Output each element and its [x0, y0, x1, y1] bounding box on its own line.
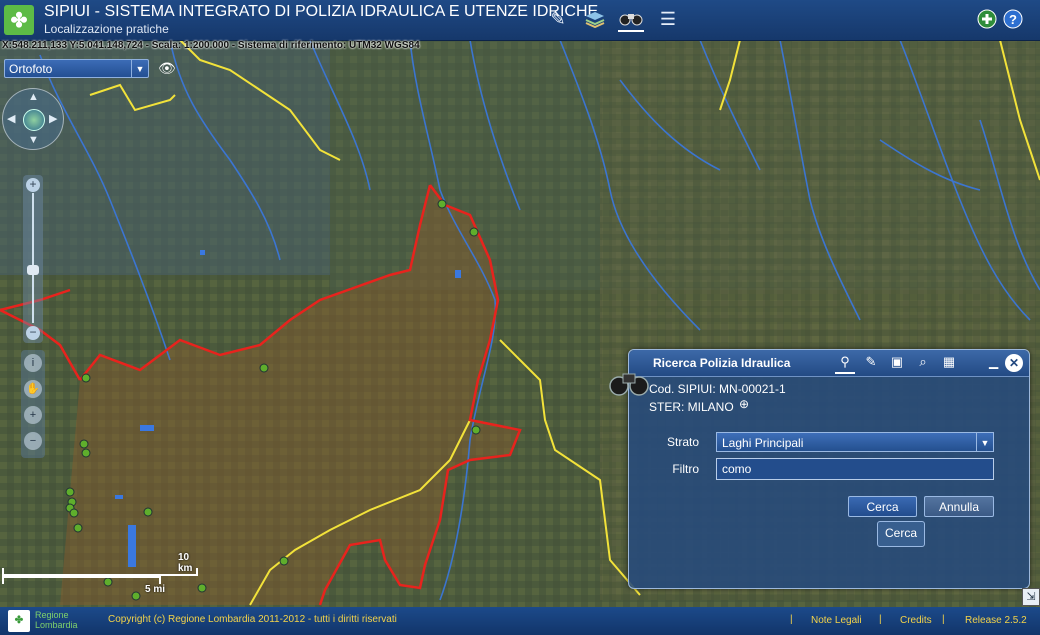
separator: |	[879, 614, 882, 625]
search-dialog: Ricerca Polizia Idraulica ⚲ ✎ ▣ ⌕ ▦ ▁ ✕ …	[609, 349, 1030, 589]
copyright: Copyright (c) Regione Lombardia 2011-201…	[108, 614, 397, 625]
dialog-title: Ricerca Polizia Idraulica	[653, 356, 791, 370]
dialog-box-icon[interactable]: ▣	[887, 354, 907, 372]
zoom-handle[interactable]	[27, 265, 39, 275]
zoom-rail	[32, 193, 34, 323]
scale-km-line	[2, 568, 198, 576]
chevron-down-icon: ▼	[131, 60, 148, 77]
scale-bar: 10 km 5 mi	[2, 552, 198, 595]
region-name: Regione Lombardia	[35, 610, 78, 630]
credits-link[interactable]: Credits	[900, 615, 932, 626]
hand-icon[interactable]: ✋	[24, 380, 42, 398]
scale-mi: 5 mi	[145, 584, 166, 595]
separator: |	[790, 614, 793, 625]
dialog-edit-icon[interactable]: ✎	[861, 354, 881, 372]
zoom-slider[interactable]: + −	[23, 175, 43, 343]
basemap-select[interactable]: Ortofoto ▼	[4, 59, 149, 78]
strato-select[interactable]: Laghi Principali ▼	[716, 432, 994, 452]
dialog-table-icon[interactable]: ▦	[939, 354, 959, 372]
ster-line: STER: MILANO	[649, 400, 734, 414]
map-tools: i ✋ + −	[21, 350, 45, 458]
chevron-down-icon: ▼	[976, 433, 993, 451]
globe-icon	[23, 109, 45, 131]
pencil-icon[interactable]: ✎	[545, 6, 571, 32]
coordinate-readout: X:548.211,133 Y:5.041.148,724 - Scala: 1…	[2, 40, 420, 51]
info-icon[interactable]: i	[24, 354, 42, 372]
note-legali-link[interactable]: Note Legali	[811, 615, 862, 626]
search-tooltip: Cerca	[877, 521, 925, 547]
pan-control[interactable]: ▲ ▼ ◀ ▶	[2, 88, 64, 150]
dialog-binoculars-icon[interactable]: ⚲	[835, 354, 855, 374]
region-line2: Lombardia	[35, 620, 78, 630]
app-title: SIPIUI - SISTEMA INTEGRATO DI POLIZIA ID…	[44, 3, 599, 20]
pan-up-icon[interactable]: ▲	[28, 91, 39, 103]
strato-value: Laghi Principali	[722, 436, 804, 450]
app-header: ✤ SIPIUI - SISTEMA INTEGRATO DI POLIZIA …	[0, 0, 1040, 41]
zoom-to-icon[interactable]: ⊕	[739, 397, 749, 411]
list-icon[interactable]: ☰	[655, 6, 681, 32]
dialog-map-search-icon[interactable]: ⌕	[913, 354, 933, 372]
app-logo: ✤	[4, 5, 34, 35]
add-icon[interactable]	[974, 6, 1000, 32]
region-logo: ✤	[8, 610, 30, 632]
app-subtitle: Localizzazione pratiche	[44, 22, 169, 36]
minimize-icon[interactable]: ▁	[989, 355, 998, 369]
release-version: Release 2.5.2	[965, 615, 1027, 626]
code-line: Cod. SIPIUI: MN-00021-1	[649, 382, 786, 396]
filtro-label: Filtro	[672, 462, 699, 476]
pan-left-icon[interactable]: ◀	[7, 112, 15, 125]
strato-label: Strato	[666, 435, 699, 449]
binoculars-badge-icon	[609, 373, 649, 396]
filtro-input[interactable]: como	[716, 458, 994, 480]
eye-icon[interactable]: 👁	[158, 60, 176, 77]
separator: |	[942, 614, 945, 625]
expand-icon[interactable]: ⇲	[1022, 588, 1040, 606]
close-icon[interactable]: ✕	[1005, 354, 1023, 372]
svg-text:?: ?	[1009, 12, 1017, 27]
pan-right-icon[interactable]: ▶	[49, 112, 57, 125]
zoom-in-icon[interactable]: +	[26, 178, 40, 192]
cancel-button[interactable]: Annulla	[924, 496, 994, 517]
basemap-select-value: Ortofoto	[9, 62, 53, 76]
dialog-header[interactable]: Ricerca Polizia Idraulica ⚲ ✎ ▣ ⌕ ▦ ▁ ✕	[629, 350, 1029, 377]
scale-mi-line	[2, 576, 161, 584]
zoom-tool-out-icon[interactable]: −	[24, 432, 42, 450]
zoom-tool-in-icon[interactable]: +	[24, 406, 42, 424]
pan-down-icon[interactable]: ▼	[28, 134, 39, 146]
region-line1: Regione	[35, 610, 69, 620]
zoom-out-icon[interactable]: −	[26, 326, 40, 340]
help-icon[interactable]: ?	[1000, 6, 1026, 32]
layers-icon[interactable]	[582, 6, 608, 32]
binoculars-icon[interactable]	[618, 6, 644, 32]
app-footer: ✤ Regione Lombardia Copyright (c) Region…	[0, 607, 1040, 635]
search-button[interactable]: Cerca	[848, 496, 917, 517]
